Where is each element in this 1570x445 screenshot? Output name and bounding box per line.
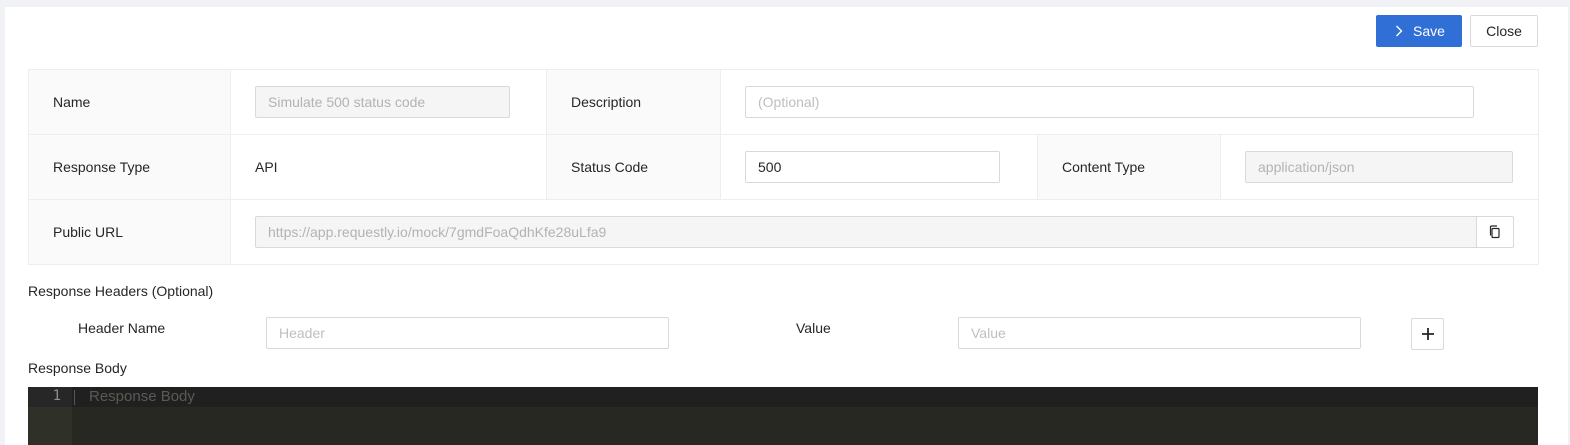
save-button-label: Save: [1413, 23, 1445, 39]
description-label: Description: [546, 69, 721, 135]
description-input[interactable]: (Optional): [745, 86, 1474, 118]
close-button[interactable]: Close: [1470, 15, 1538, 47]
response-headers-title: Response Headers (Optional): [28, 283, 214, 299]
response-body-editor[interactable]: 1 Response Body: [28, 387, 1538, 445]
status-code-label: Status Code: [546, 134, 721, 200]
response-type-label: Response Type: [28, 134, 231, 200]
line-number: 1: [52, 388, 61, 404]
add-header-button[interactable]: [1411, 318, 1444, 350]
public-url-label: Public URL: [28, 199, 231, 265]
copy-url-button[interactable]: [1476, 216, 1515, 248]
name-input: Simulate 500 status code: [255, 86, 510, 118]
public-url-group: https://app.requestly.io/mock/7gmdFoaQdh…: [255, 216, 1515, 248]
header-name-label: Header Name: [78, 320, 166, 336]
editor-placeholder: Response Body: [89, 388, 195, 405]
chevron-right-icon: [1396, 25, 1403, 37]
mock-details-table: Name Simulate 500 status code Descriptio…: [28, 69, 1540, 265]
content-type-label: Content Type: [1037, 134, 1221, 200]
status-code-input[interactable]: 500: [745, 151, 1000, 183]
gutter-separator: [74, 390, 75, 405]
active-line-highlight: [28, 387, 1538, 407]
header-value-label: Value: [796, 320, 831, 336]
mock-editor-card: Save Close Name Simulate 500 status code…: [5, 7, 1568, 445]
public-url-input: https://app.requestly.io/mock/7gmdFoaQdh…: [255, 216, 1477, 248]
response-type-value: API: [230, 134, 547, 200]
header-name-input[interactable]: Header: [266, 317, 669, 349]
header-value-input[interactable]: Value: [958, 317, 1361, 349]
name-label: Name: [28, 69, 231, 135]
plus-icon: [1421, 328, 1434, 340]
close-button-label: Close: [1486, 23, 1522, 39]
save-button[interactable]: Save: [1376, 15, 1462, 47]
copy-icon: [1489, 225, 1500, 239]
content-type-input: application/json: [1245, 151, 1513, 183]
response-body-title: Response Body: [28, 360, 127, 376]
